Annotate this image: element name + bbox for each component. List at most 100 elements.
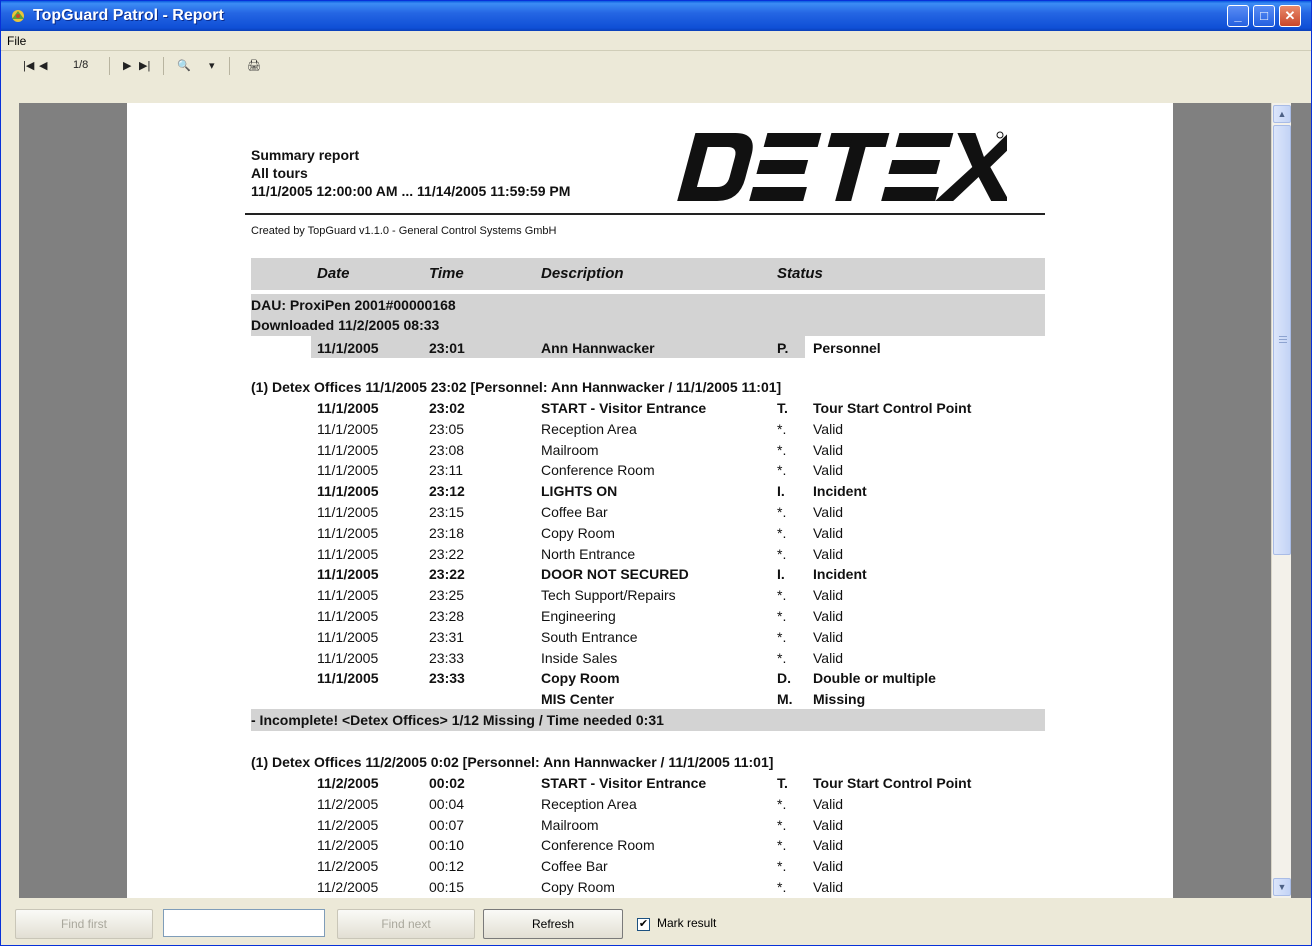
row-desc: Copy Room [541, 879, 615, 895]
row-code: *. [777, 858, 787, 875]
row-time: 23:02 [429, 400, 465, 416]
refresh-button[interactable]: Refresh [483, 909, 623, 939]
report-page: Summary report All tours 11/1/2005 12:00… [127, 103, 1173, 898]
row-date: 11/1/2005 [317, 545, 379, 562]
row-desc: North Entrance [541, 545, 636, 562]
report-title: Summary report [251, 147, 360, 163]
row-date: 11/2/2005 [317, 837, 379, 854]
next-page-button[interactable]: ▶ [123, 59, 131, 72]
row-status: Valid [813, 858, 844, 875]
row-desc: LIGHTS ON [541, 483, 618, 500]
row-code: *. [777, 879, 787, 895]
downloaded-text: Downloaded 11/2/2005 08:33 [251, 317, 440, 333]
find-next-button[interactable]: Find next [337, 909, 475, 939]
row-desc: Coffee Bar [541, 504, 608, 520]
row-date: 11/1/2005 [317, 400, 379, 416]
row-desc: START - Visitor Entrance [541, 400, 707, 416]
row-time: 23:28 [429, 608, 465, 624]
row-status: Incident [813, 566, 867, 583]
window-title: TopGuard Patrol - Report [33, 7, 224, 24]
row-date: 11/2/2005 [317, 775, 379, 791]
row-code: *. [777, 587, 787, 604]
personnel-code: P. [777, 340, 789, 356]
row-status: Valid [813, 608, 844, 624]
row-desc: Inside Sales [541, 649, 618, 666]
row-desc: DOOR NOT SECURED [541, 566, 689, 583]
row-status: Valid [813, 462, 844, 479]
report-viewer[interactable]: Summary report All tours 11/1/2005 12:00… [19, 103, 1311, 898]
title-bar[interactable]: TopGuard Patrol - Report _ □ ✕ [1, 1, 1311, 31]
row-time: 00:04 [429, 795, 465, 812]
menu-file[interactable]: File [7, 34, 26, 48]
row-desc: MIS Center [541, 691, 615, 708]
toolbar-separator [163, 57, 164, 75]
row-code: *. [777, 837, 787, 854]
scroll-thumb[interactable] [1273, 125, 1291, 555]
row-date: 11/2/2005 [317, 879, 379, 895]
row-date: 11/1/2005 [317, 608, 379, 624]
toolbar-separator [229, 57, 230, 75]
maximize-button[interactable]: □ [1253, 5, 1275, 27]
row-time: 23:18 [429, 524, 465, 541]
column-header-bar [251, 258, 1045, 290]
row-time: 23:33 [429, 670, 465, 687]
print-icon[interactable]: 🖨 [247, 59, 261, 72]
row-time: 00:07 [429, 816, 465, 833]
row-desc: Copy Room [541, 670, 620, 687]
created-by-text: Created by TopGuard v1.1.0 - General Con… [251, 225, 557, 237]
tour2-header: (1) Detex Offices 11/2/2005 0:02 [Person… [251, 754, 774, 770]
col-time: Time [429, 265, 464, 282]
row-status: Valid [813, 816, 844, 833]
row-status: Valid [813, 441, 844, 458]
row-date: 11/1/2005 [317, 587, 379, 604]
report-range: 11/1/2005 12:00:00 AM ... 11/14/2005 11:… [251, 183, 571, 199]
row-desc: Conference Room [541, 837, 655, 854]
row-status: Valid [813, 879, 844, 895]
row-status: Valid [813, 420, 844, 437]
row-date: 11/1/2005 [317, 441, 379, 458]
row-date: 11/1/2005 [317, 649, 379, 666]
row-status: Valid [813, 504, 844, 520]
find-input[interactable] [163, 909, 325, 937]
row-time: 23:12 [429, 483, 465, 500]
prev-page-button[interactable]: ◀ [39, 59, 47, 72]
row-desc: Mailroom [541, 441, 599, 458]
minimize-button[interactable]: _ [1227, 5, 1249, 27]
row-time: 00:12 [429, 858, 465, 875]
row-desc: Tech Support/Repairs [541, 587, 676, 604]
row-code: M. [777, 691, 793, 708]
row-desc: Mailroom [541, 816, 599, 833]
first-page-button[interactable]: |◀ [23, 59, 34, 72]
row-status: Valid [813, 628, 844, 645]
row-code: *. [777, 420, 787, 437]
report-subtitle: All tours [251, 165, 308, 181]
close-button[interactable]: ✕ [1279, 5, 1301, 27]
row-time: 23:05 [429, 420, 465, 437]
row-date: 11/1/2005 [317, 524, 379, 541]
row-status: Valid [813, 545, 844, 562]
row-desc: Copy Room [541, 524, 615, 541]
row-status: Valid [813, 524, 844, 541]
row-status: Valid [813, 649, 844, 666]
col-description: Description [541, 265, 624, 282]
row-desc: Coffee Bar [541, 858, 608, 875]
grip-line [1279, 339, 1287, 340]
scroll-down-icon[interactable]: ▼ [1273, 878, 1291, 896]
personnel-date: 11/1/2005 [317, 340, 379, 356]
grip-line [1279, 336, 1287, 337]
find-first-button[interactable]: Find first [15, 909, 153, 939]
header-rule [245, 213, 1045, 215]
toolbar-separator [109, 57, 110, 75]
row-date: 11/2/2005 [317, 795, 379, 812]
row-date: 11/2/2005 [317, 816, 379, 833]
row-time: 23:33 [429, 649, 465, 666]
zoom-icon[interactable]: 🔍 [177, 59, 191, 72]
last-page-button[interactable]: ▶| [139, 59, 150, 72]
zoom-dropdown-icon[interactable]: ▾ [209, 59, 215, 72]
row-code: *. [777, 545, 787, 562]
vertical-scrollbar[interactable]: ▲ ▼ [1271, 103, 1291, 898]
row-date: 11/1/2005 [317, 483, 379, 500]
scroll-up-icon[interactable]: ▲ [1273, 105, 1291, 123]
mark-result-checkbox[interactable]: ✔ [637, 918, 650, 931]
row-time: 23:15 [429, 504, 465, 520]
